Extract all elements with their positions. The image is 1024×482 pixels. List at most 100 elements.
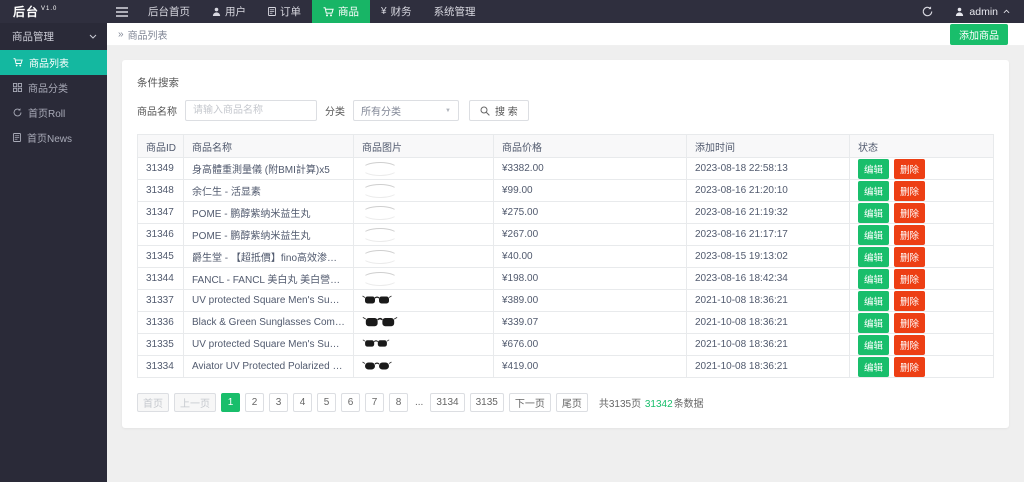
pagination-page[interactable]: 8 bbox=[389, 393, 408, 412]
cell-product-price: ¥99.00 bbox=[493, 179, 687, 202]
cell-added-time: 2023-08-16 21:20:10 bbox=[686, 179, 850, 202]
breadcrumb-current: 商品列表 bbox=[127, 30, 168, 42]
cell-status: 编辑 删除 bbox=[849, 201, 994, 224]
pagination-summary: 共3135页 31342条数据 bbox=[599, 395, 704, 410]
delete-button[interactable]: 删除 bbox=[894, 202, 926, 223]
nav-item-users[interactable]: 用户 bbox=[201, 0, 257, 23]
cell-product-name: Black & Green Sunglasses Combo with UV P… bbox=[183, 311, 354, 334]
add-product-button[interactable]: 添加商品 bbox=[950, 23, 1008, 45]
sidebar-item-home-roll[interactable]: 首页Roll bbox=[0, 100, 107, 125]
category-select[interactable]: 所有分类 ▼ bbox=[353, 100, 459, 121]
sidebar: 商品管理 商品列表 商品分类 首页Roll 首页News bbox=[0, 23, 107, 482]
delete-button[interactable]: 删除 bbox=[894, 268, 926, 289]
product-table: 商品ID 商品名称 商品图片 商品价格 添加时间 状态 31349 身高體重測量… bbox=[137, 134, 994, 378]
pagination-first[interactable]: 首页 bbox=[137, 393, 169, 412]
delete-button[interactable]: 删除 bbox=[894, 180, 926, 201]
nav-label: 订单 bbox=[280, 6, 301, 18]
cell-product-name: UV protected Square Men's Sunglasses bbox=[183, 289, 354, 312]
pagination-page[interactable]: 2 bbox=[245, 393, 264, 412]
edit-button[interactable]: 编辑 bbox=[858, 268, 890, 289]
pagination-page[interactable]: 3134 bbox=[430, 393, 465, 412]
sidebar-item-product-list[interactable]: 商品列表 bbox=[0, 50, 107, 75]
summary-suffix: 条数据 bbox=[673, 399, 704, 410]
pagination-page[interactable]: 6 bbox=[341, 393, 360, 412]
sunglasses-image bbox=[362, 339, 390, 347]
admin-menu[interactable]: admin bbox=[941, 0, 1024, 23]
product-name-input[interactable] bbox=[185, 100, 317, 121]
cell-product-price: ¥40.00 bbox=[493, 245, 687, 268]
product-name-label: 商品名称 bbox=[137, 107, 177, 118]
cell-product-image bbox=[353, 157, 494, 180]
search-button-label: 搜 索 bbox=[495, 107, 518, 118]
nav-item-system[interactable]: 系统管理 bbox=[423, 0, 487, 23]
edit-button[interactable]: 编辑 bbox=[858, 202, 890, 223]
pagination-page[interactable]: 1 bbox=[221, 393, 240, 412]
cell-status: 编辑 删除 bbox=[849, 157, 994, 180]
edit-button[interactable]: 编辑 bbox=[858, 356, 890, 377]
cell-status: 编辑 删除 bbox=[849, 311, 994, 334]
pagination-page[interactable]: 3135 bbox=[469, 393, 504, 412]
edit-button[interactable]: 编辑 bbox=[858, 334, 890, 355]
cell-status: 编辑 删除 bbox=[849, 333, 994, 356]
cell-status: 编辑 删除 bbox=[849, 355, 994, 378]
nav-item-dashboard[interactable]: 后台首页 bbox=[137, 0, 201, 23]
edit-button[interactable]: 编辑 bbox=[858, 312, 890, 333]
table-row: 31337 UV protected Square Men's Sunglass… bbox=[137, 289, 994, 312]
nav-item-finance[interactable]: ¥ 财务 bbox=[370, 0, 423, 23]
pagination-page[interactable]: 4 bbox=[293, 393, 312, 412]
edit-button[interactable]: 编辑 bbox=[858, 290, 890, 311]
search-button[interactable]: 搜 索 bbox=[469, 100, 529, 121]
menu-toggle-icon[interactable] bbox=[107, 0, 137, 23]
cell-product-price: ¥3382.00 bbox=[493, 157, 687, 180]
cell-product-name: Aviator UV Protected Polarized Black Sun… bbox=[183, 355, 354, 378]
yen-icon: ¥ bbox=[381, 5, 387, 17]
sunglasses-image bbox=[362, 295, 392, 303]
delete-button[interactable]: 删除 bbox=[894, 334, 926, 355]
delete-button[interactable]: 删除 bbox=[894, 290, 926, 311]
cell-product-id: 31347 bbox=[137, 201, 184, 224]
product-image-placeholder bbox=[362, 183, 398, 198]
delete-button[interactable]: 删除 bbox=[894, 356, 926, 377]
pagination-page[interactable]: 5 bbox=[317, 393, 336, 412]
nav-item-products[interactable]: 商品 bbox=[312, 0, 370, 23]
sidebar-item-home-news[interactable]: 首页News bbox=[0, 125, 107, 150]
admin-username: admin bbox=[969, 5, 998, 18]
pagination-page[interactable]: 3 bbox=[269, 393, 288, 412]
sidebar-group-product-management[interactable]: 商品管理 bbox=[0, 23, 107, 50]
cell-product-id: 31335 bbox=[137, 333, 184, 356]
category-label: 分类 bbox=[325, 107, 345, 118]
topbar-right: admin bbox=[913, 0, 1024, 23]
product-list-card: 条件搜索 商品名称 分类 所有分类 ▼ 搜 索 商品ID 商品名称 商品图片 商… bbox=[122, 60, 1009, 428]
edit-button[interactable]: 编辑 bbox=[858, 158, 890, 179]
pagination-page[interactable]: 7 bbox=[365, 393, 384, 412]
refresh-icon[interactable] bbox=[913, 0, 941, 23]
sidebar-item-product-category[interactable]: 商品分类 bbox=[0, 75, 107, 100]
delete-button[interactable]: 删除 bbox=[894, 224, 926, 245]
sidebar-item-label: 商品列表 bbox=[29, 59, 69, 70]
sunglasses-image bbox=[362, 361, 392, 369]
col-header-product-id: 商品ID bbox=[137, 134, 184, 158]
user-icon bbox=[212, 7, 221, 16]
chevron-up-icon bbox=[1003, 9, 1010, 14]
summary-total-pages: 共3135页 bbox=[598, 399, 642, 410]
pagination-prev[interactable]: 上一页 bbox=[174, 393, 216, 412]
edit-button[interactable]: 编辑 bbox=[858, 180, 890, 201]
col-header-product-name: 商品名称 bbox=[183, 134, 354, 158]
table-row: 31335 UV protected Square Men's Sunglass… bbox=[137, 333, 994, 356]
cell-status: 编辑 删除 bbox=[849, 223, 994, 246]
edit-button[interactable]: 编辑 bbox=[858, 246, 890, 267]
pagination-next[interactable]: 下一页 bbox=[508, 393, 551, 412]
nav-item-orders[interactable]: 订单 bbox=[257, 0, 312, 23]
app-version: V1.0 bbox=[41, 5, 58, 12]
cell-product-image bbox=[353, 201, 494, 224]
pagination-last[interactable]: 尾页 bbox=[555, 393, 588, 412]
delete-button[interactable]: 删除 bbox=[894, 312, 926, 333]
app-logo: 后台 V1.0 bbox=[0, 0, 107, 23]
col-header-added-time: 添加时间 bbox=[686, 134, 850, 158]
pagination-ellipsis: ... bbox=[415, 397, 424, 408]
delete-button[interactable]: 删除 bbox=[894, 246, 926, 267]
delete-button[interactable]: 删除 bbox=[894, 158, 926, 179]
edit-button[interactable]: 编辑 bbox=[858, 224, 890, 245]
cell-product-image bbox=[353, 223, 494, 246]
cell-product-name: 余仁生 - 活显素 bbox=[183, 179, 354, 202]
